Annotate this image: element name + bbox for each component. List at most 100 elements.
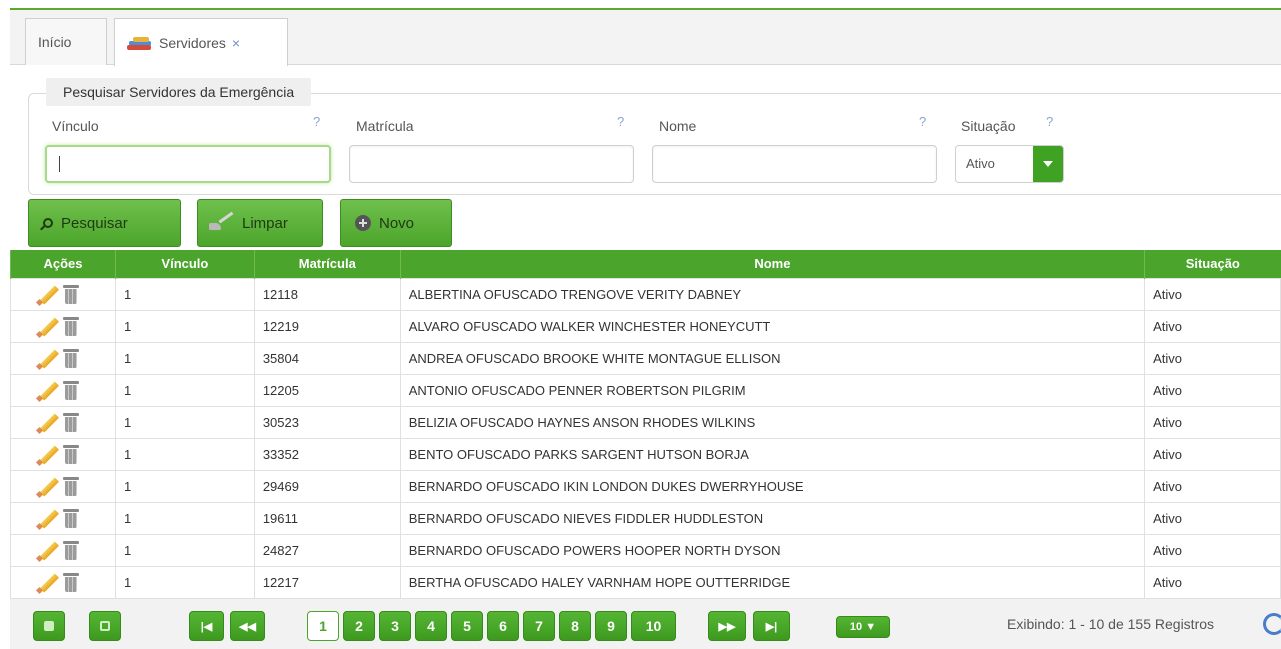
prev-page-button[interactable]: ◀◀ (230, 611, 265, 641)
novo-button[interactable]: Novo (340, 199, 452, 247)
pencil-icon[interactable] (37, 443, 59, 465)
table-row[interactable]: 1 33352 BENTO OFUSCADO PARKS SARGENT HUTSO… (10, 437, 1281, 471)
page-button-6[interactable]: 6 (487, 611, 519, 641)
page-button-9[interactable]: 9 (595, 611, 627, 641)
nome-cell: BERNARDO OFUSCADO POWERS HOOPER NORTH DY… (399, 533, 1146, 567)
matricula-label: Matrícula (356, 118, 414, 134)
actions-cell (10, 373, 116, 407)
page-button-4[interactable]: 4 (415, 611, 447, 641)
page-button-7[interactable]: 7 (523, 611, 555, 641)
matricula-cell: 12217 (253, 565, 401, 599)
table-row[interactable]: 1 12219 ALVARO OFUSCADO WALKER WINCHESTER … (10, 309, 1281, 343)
trash-icon[interactable] (63, 571, 79, 593)
books-icon (127, 34, 155, 52)
trash-icon[interactable] (63, 315, 79, 337)
nome-cell: ANTONIO OFUSCADO PENNER ROBERTSON PILGRI… (399, 373, 1146, 407)
tab-inicio[interactable]: Início (25, 18, 107, 65)
situacao-select[interactable]: Ativo (955, 145, 1064, 183)
pesquisar-label: Pesquisar (61, 214, 128, 232)
column-header-vinculo[interactable]: Vínculo (114, 250, 255, 278)
trash-icon[interactable] (63, 283, 79, 305)
pencil-icon[interactable] (37, 347, 59, 369)
trash-icon[interactable] (63, 379, 79, 401)
pencil-icon[interactable] (37, 507, 59, 529)
matricula-input[interactable] (349, 145, 634, 183)
refresh-icon[interactable] (1263, 613, 1281, 635)
novo-label: Novo (379, 214, 415, 232)
trash-icon[interactable] (63, 539, 79, 561)
nome-label: Nome (659, 118, 697, 134)
close-icon[interactable]: × (232, 35, 240, 51)
matricula-cell: 12219 (253, 309, 401, 343)
column-header-situacao[interactable]: Situação (1144, 250, 1281, 278)
trash-icon[interactable] (63, 347, 79, 369)
column-header-acoes[interactable]: Ações (10, 250, 116, 278)
help-icon[interactable]: ? (617, 114, 624, 129)
table-row[interactable]: 1 12205 ANTONIO OFUSCADO PENNER ROBERTSON … (10, 373, 1281, 407)
pencil-icon[interactable] (37, 379, 59, 401)
table-row[interactable]: 1 35804 ANDREA OFUSCADO BROOKE WHITE MONTA… (10, 341, 1281, 375)
last-page-button[interactable]: ▶| (753, 611, 790, 641)
column-header-matricula[interactable]: Matrícula (253, 250, 401, 278)
help-icon[interactable]: ? (1046, 114, 1053, 129)
help-icon[interactable]: ? (919, 114, 926, 129)
table-row[interactable]: 1 12217 BERTHA OFUSCADO HALEY VARNHAM HOPE… (10, 565, 1281, 599)
trash-icon[interactable] (63, 443, 79, 465)
pencil-icon[interactable] (37, 315, 59, 337)
page-button-3[interactable]: 3 (379, 611, 411, 641)
search-legend: Pesquisar Servidores da Emergência (46, 78, 312, 106)
next-page-button[interactable]: ▶▶ (708, 611, 746, 641)
columns-button[interactable] (33, 611, 65, 641)
table-row[interactable]: 1 24827 BERNARDO OFUSCADO POWERS HOOPER NO… (10, 533, 1281, 567)
pencil-icon[interactable] (37, 539, 59, 561)
help-icon[interactable]: ? (313, 114, 320, 129)
trash-icon[interactable] (63, 507, 79, 529)
add-icon (355, 215, 371, 231)
chevron-down-icon[interactable] (1033, 146, 1063, 182)
first-page-button[interactable]: |◀ (189, 611, 224, 641)
table-row[interactable]: 1 12118 ALBERTINA OFUSCADO TRENGOVE VERITY… (10, 277, 1281, 311)
actions-cell (10, 469, 116, 503)
pesquisar-button[interactable]: Pesquisar (28, 199, 181, 247)
vinculo-label: Vínculo (52, 118, 99, 134)
nome-cell: BERNARDO OFUSCADO IKIN LONDON DUKES DWER… (399, 469, 1146, 503)
matricula-cell: 35804 (253, 341, 401, 375)
actions-cell (10, 309, 116, 343)
pencil-icon[interactable] (37, 411, 59, 433)
table-row[interactable]: 1 19611 BERNARDO OFUSCADO NIEVES FIDDLER H… (10, 501, 1281, 535)
actions-cell (10, 341, 116, 375)
trash-icon[interactable] (63, 475, 79, 497)
matricula-cell: 24827 (253, 533, 401, 567)
limpar-button[interactable]: Limpar (197, 199, 323, 247)
vinculo-input[interactable] (45, 145, 331, 183)
table-row[interactable]: 1 30523 BELIZIA OFUSCADO HAYNES ANSON RHOD… (10, 405, 1281, 439)
matricula-cell: 33352 (253, 437, 401, 471)
page-button-1[interactable]: 1 (307, 611, 339, 641)
servidores-table: Ações Vínculo Matrícula Nome Situação 11… (10, 250, 1281, 599)
column-header-nome[interactable]: Nome (399, 250, 1145, 278)
page-button-2[interactable]: 2 (343, 611, 375, 641)
nome-input[interactable] (652, 145, 937, 183)
nome-cell: ANDREA OFUSCADO BROOKE WHITE MONTAGUE EL… (399, 341, 1146, 375)
tab-label: Servidores (159, 34, 226, 51)
export-icon (100, 621, 110, 631)
situacao-cell: Ativo (1144, 469, 1281, 503)
trash-icon[interactable] (63, 411, 79, 433)
matricula-cell: 29469 (253, 469, 401, 503)
pencil-icon[interactable] (37, 571, 59, 593)
nome-cell: ALBERTINA OFUSCADO TRENGOVE VERITY DABNE… (399, 277, 1146, 311)
page-button-5[interactable]: 5 (451, 611, 483, 641)
vinculo-cell: 1 (114, 565, 255, 599)
export-button[interactable] (89, 611, 121, 641)
pencil-icon[interactable] (37, 475, 59, 497)
matricula-cell: 19611 (253, 501, 401, 535)
nome-cell: BERTHA OFUSCADO HALEY VARNHAM HOPE OUTTE… (399, 565, 1146, 599)
page-button-8[interactable]: 8 (559, 611, 591, 641)
tab-servidores[interactable]: Servidores × (114, 18, 288, 66)
pencil-icon[interactable] (37, 283, 59, 305)
situacao-cell: Ativo (1144, 405, 1281, 439)
page-size-select[interactable]: 10 ▼ (836, 616, 890, 638)
vinculo-cell: 1 (114, 437, 255, 471)
page-button-10[interactable]: 10 (631, 611, 676, 641)
table-row[interactable]: 1 29469 BERNARDO OFUSCADO IKIN LONDON DUKE… (10, 469, 1281, 503)
